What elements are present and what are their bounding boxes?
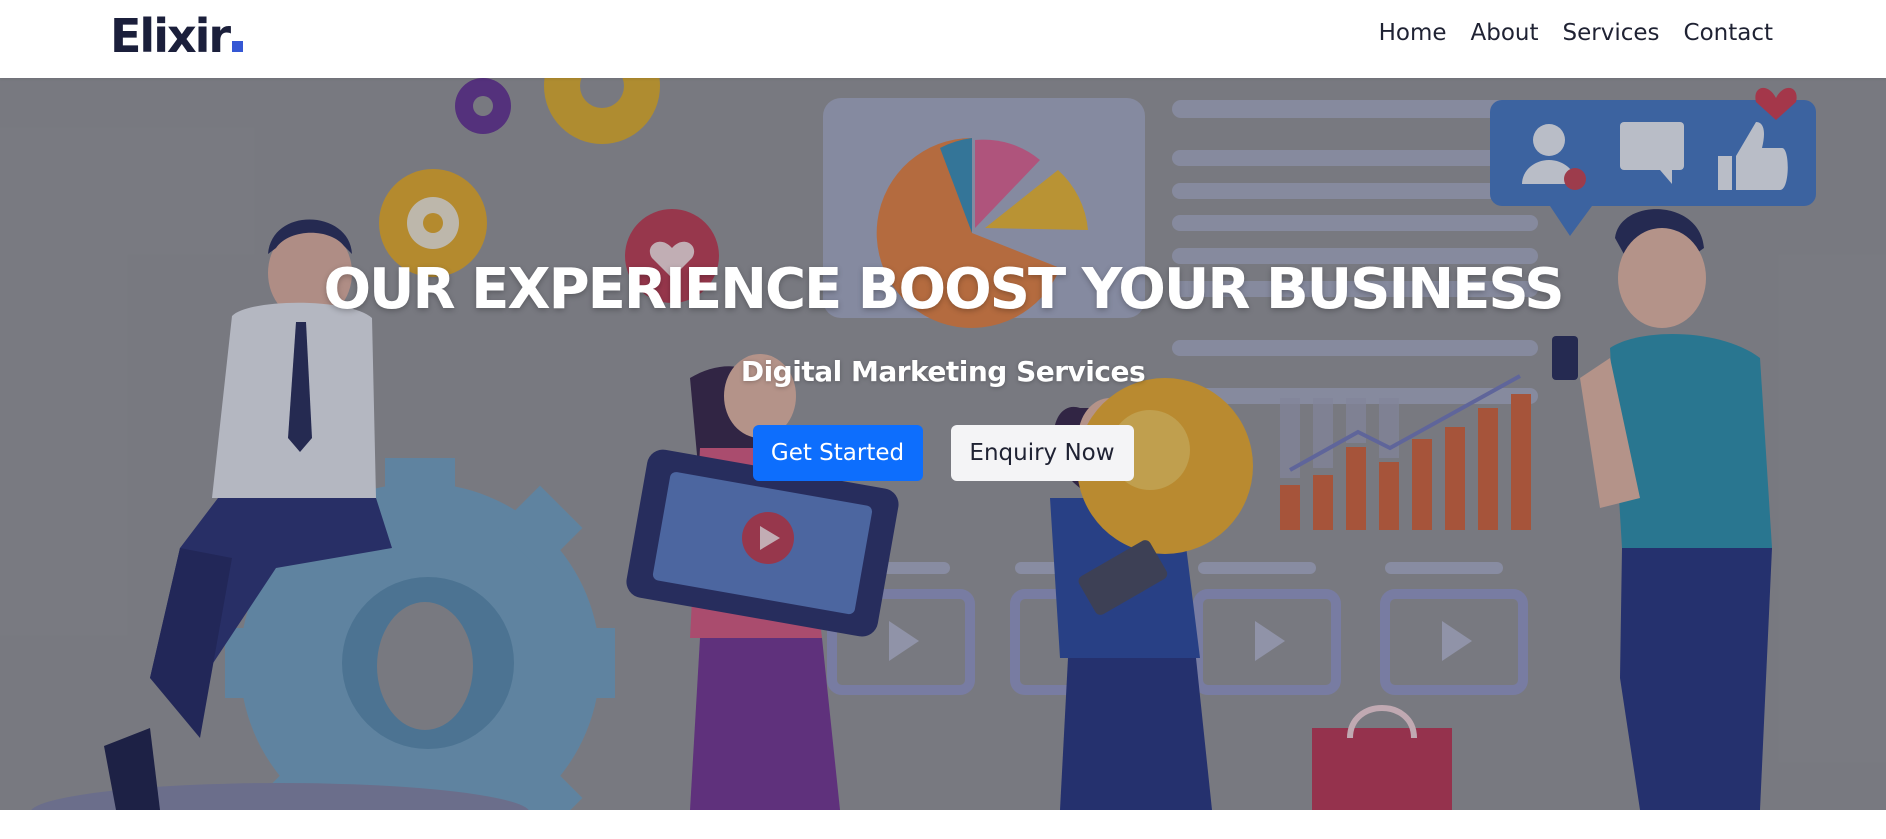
brand-dot-icon — [232, 41, 244, 52]
brand-name: Elixir — [110, 9, 231, 63]
hero-title: OUR EXPERIENCE BOOST YOUR BUSINESS — [323, 257, 1564, 322]
hero-subtitle: Digital Marketing Services — [740, 355, 1146, 388]
nav-link-about[interactable]: About — [1471, 18, 1539, 48]
brand-logo[interactable]: Elixir — [110, 9, 244, 63]
main-nav: Home About Services Contact — [1379, 18, 1773, 48]
nav-link-services[interactable]: Services — [1563, 18, 1660, 48]
nav-link-home[interactable]: Home — [1379, 18, 1447, 48]
page-bottom-strip — [0, 810, 1886, 839]
navbar: Elixir Home About Services Contact — [0, 0, 1886, 78]
hero-cta-group: Get Started Enquiry Now — [0, 425, 1886, 481]
nav-link-contact[interactable]: Contact — [1684, 18, 1773, 48]
enquiry-now-button[interactable]: Enquiry Now — [950, 425, 1134, 481]
hero-section: OUR EXPERIENCE BOOST YOUR BUSINESS Digit… — [0, 78, 1886, 810]
get-started-button[interactable]: Get Started — [752, 425, 923, 481]
